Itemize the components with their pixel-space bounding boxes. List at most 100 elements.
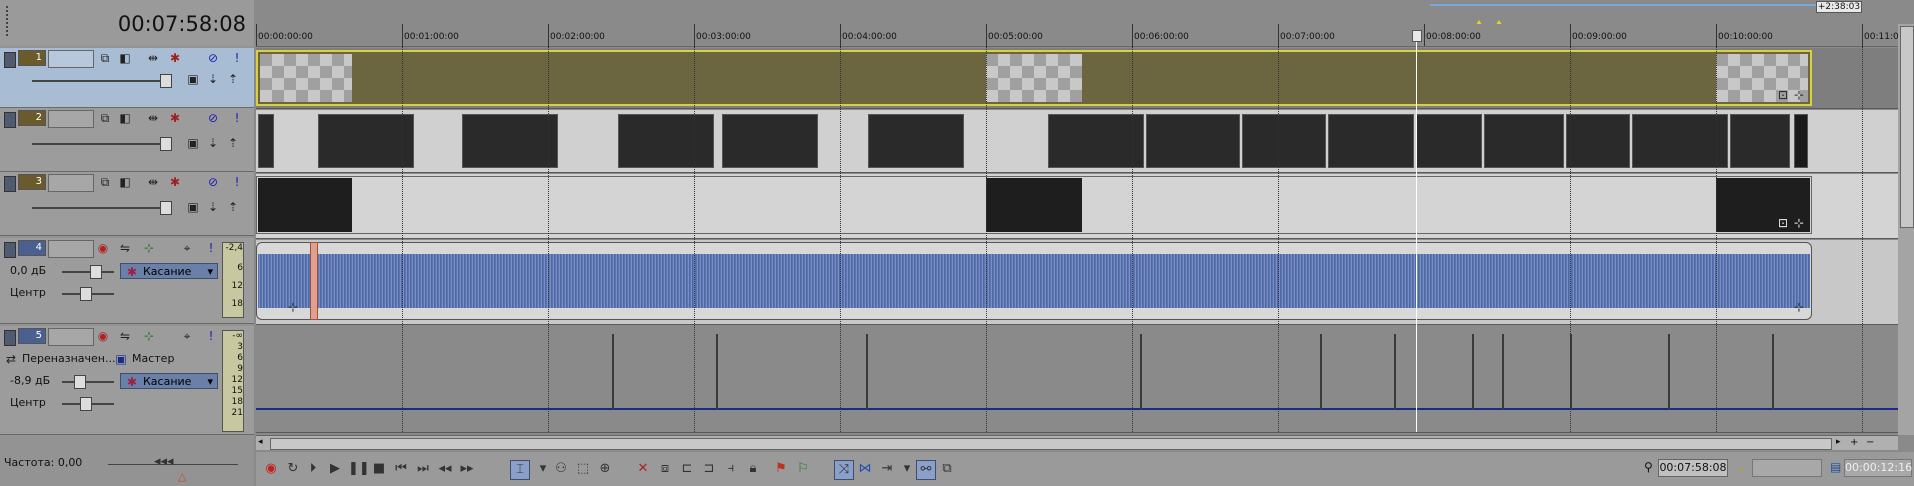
trim-end-button[interactable]: ⊐ — [700, 460, 718, 478]
crossfade-region[interactable] — [310, 242, 318, 320]
track-header-4[interactable]: 4 ◉ ⇋ ⊹ ⌖ ! 0,0 дБ ✱ Касание ▾ Центр -2,… — [0, 238, 254, 324]
track-name-field[interactable] — [48, 50, 94, 68]
arm-record-icon[interactable]: ◉ — [96, 329, 110, 343]
scroll-thumb[interactable] — [1900, 26, 1914, 228]
track-lane-3[interactable]: ⊡ ⊹ — [256, 174, 1898, 239]
track-expand-button[interactable] — [4, 112, 16, 128]
trim-start-button[interactable]: ⊏ — [678, 460, 696, 478]
next-frame-button[interactable]: ▸▸ — [458, 460, 476, 478]
scroll-thumb[interactable] — [270, 438, 1832, 450]
insert-marker-button[interactable]: ⚑ — [772, 460, 790, 478]
scroll-left-icon[interactable]: ◂ — [258, 437, 268, 448]
fx-icon[interactable]: ✱ — [168, 51, 182, 65]
go-to-start-button[interactable]: ⏮ — [392, 460, 410, 478]
rate-knob-icon[interactable]: ◂◂◂ — [154, 454, 174, 469]
video-event[interactable] — [1048, 114, 1144, 168]
automation-icon[interactable]: ⌖ — [180, 329, 194, 343]
pan-slider-knob[interactable] — [80, 397, 92, 411]
track-motion-icon[interactable]: ▣ — [186, 72, 200, 86]
event-fx-icon[interactable]: ⊹ — [1792, 300, 1806, 314]
cursor-position-field[interactable]: 00:07:58:08 — [1658, 459, 1728, 477]
video-event[interactable] — [462, 114, 558, 168]
zoom-out-icon[interactable]: − — [1866, 437, 1878, 448]
snapping-button[interactable]: ⇥ — [878, 460, 896, 478]
down-arrow-icon[interactable]: ⇣ — [206, 136, 220, 150]
invert-phase-icon[interactable]: ⇋ — [118, 329, 132, 343]
automation-mode-select[interactable]: ✱ Касание ▾ — [120, 373, 218, 389]
video-event[interactable] — [258, 114, 274, 168]
normal-edit-tool-button[interactable]: ⌶ — [510, 460, 530, 480]
video-event[interactable] — [1328, 114, 1414, 168]
video-event[interactable] — [1794, 114, 1808, 168]
playhead-handle[interactable] — [1412, 30, 1422, 42]
motion-blur-icon[interactable]: ◧ — [118, 111, 132, 125]
envelope-point[interactable] — [1502, 334, 1504, 410]
selection-start-field[interactable] — [1752, 459, 1822, 477]
route-label[interactable]: Переназначен... — [22, 352, 115, 365]
video-event[interactable] — [1632, 114, 1728, 168]
video-event[interactable] — [868, 114, 964, 168]
track-fx-icon[interactable]: ⊹ — [142, 329, 156, 343]
track-expand-button[interactable] — [4, 330, 16, 346]
panel-grip[interactable] — [6, 6, 11, 36]
pan-crop-icon[interactable]: ⇹ — [146, 51, 160, 65]
video-event[interactable] — [1730, 114, 1790, 168]
video-event[interactable] — [1242, 114, 1326, 168]
playhead[interactable] — [1416, 32, 1417, 432]
track-header-2[interactable]: 2 ⧉ ◧ ⇹ ✱ ⊘ ! ▣ ⇣ ⇡ — [0, 108, 254, 172]
track-motion-icon[interactable]: ▣ — [186, 136, 200, 150]
event-fx-icon[interactable]: ⊹ — [286, 300, 300, 314]
horizontal-scrollbar[interactable]: ◂ ▸ + − — [256, 435, 1898, 450]
track-expand-button[interactable] — [4, 52, 16, 68]
up-arrow-icon[interactable]: ⇡ — [226, 200, 240, 214]
solo-icon[interactable]: ! — [230, 111, 244, 125]
zoom-tool-button[interactable]: ⊕ — [596, 460, 614, 478]
event-fx-icon[interactable]: ⊹ — [1792, 88, 1806, 102]
envelope-point[interactable] — [1394, 334, 1396, 410]
volume-slider-knob[interactable] — [74, 375, 86, 389]
ignore-grouping-button[interactable]: ⧉ — [938, 460, 956, 478]
track-name-field[interactable] — [48, 328, 94, 346]
lock-button[interactable]: 🔒︎ — [744, 460, 762, 478]
selection-tool-button[interactable]: ⬚ — [574, 460, 592, 478]
up-arrow-icon[interactable]: ⇡ — [226, 72, 240, 86]
stop-button[interactable]: ■ — [370, 460, 388, 478]
invert-phase-icon[interactable]: ⇋ — [118, 241, 132, 255]
mute-icon[interactable]: ⊘ — [206, 175, 220, 189]
auto-ripple-button[interactable]: ⤨ — [834, 460, 854, 480]
composite-mode-icon[interactable]: ⧉ — [98, 51, 112, 65]
loop-region-bar[interactable] — [1430, 4, 1820, 6]
composite-mode-icon[interactable]: ⧉ — [98, 175, 112, 189]
track-motion-icon[interactable]: ▣ — [186, 200, 200, 214]
video-event[interactable] — [722, 114, 818, 168]
track-name-field[interactable] — [48, 240, 94, 258]
selection-length-field[interactable]: 00:00:12:16 — [1844, 459, 1912, 477]
vertical-scrollbar[interactable] — [1898, 24, 1914, 435]
solo-icon[interactable]: ! — [230, 51, 244, 65]
opacity-slider-knob[interactable] — [160, 74, 172, 88]
solo-icon[interactable]: ! — [204, 241, 218, 255]
pan-slider-knob[interactable] — [80, 287, 92, 301]
event-pan-crop-icon[interactable]: ⊡ — [1776, 216, 1790, 230]
track-name-field[interactable] — [48, 110, 94, 128]
solo-icon[interactable]: ! — [204, 329, 218, 343]
track-fx-icon[interactable]: ⊹ — [142, 241, 156, 255]
track-lane-5[interactable] — [256, 326, 1898, 433]
play-button[interactable]: ▶ — [326, 460, 344, 478]
track-lane-1[interactable]: ⊡ ⊹ — [256, 48, 1898, 109]
volume-slider-knob[interactable] — [90, 265, 102, 279]
pan-crop-icon[interactable]: ⇹ — [146, 175, 160, 189]
insert-region-button[interactable]: ⚐ — [794, 460, 812, 478]
mute-icon[interactable]: ⊘ — [206, 111, 220, 125]
opacity-slider-knob[interactable] — [160, 137, 172, 151]
opacity-slider[interactable] — [32, 80, 172, 82]
envelope-point[interactable] — [1472, 334, 1474, 410]
track-name-field[interactable] — [48, 174, 94, 192]
record-button[interactable]: ◉ — [262, 460, 280, 478]
video-event[interactable] — [1146, 114, 1240, 168]
time-ruler[interactable]: 00:00:00:00 00:01:00:00 00:02:00:00 00:0… — [256, 24, 1904, 47]
snapping-dropdown-icon[interactable]: ▾ — [898, 460, 916, 478]
video-event[interactable] — [618, 114, 714, 168]
loop-playback-button[interactable]: ↻ — [284, 460, 302, 478]
volume-slider[interactable] — [62, 271, 114, 273]
